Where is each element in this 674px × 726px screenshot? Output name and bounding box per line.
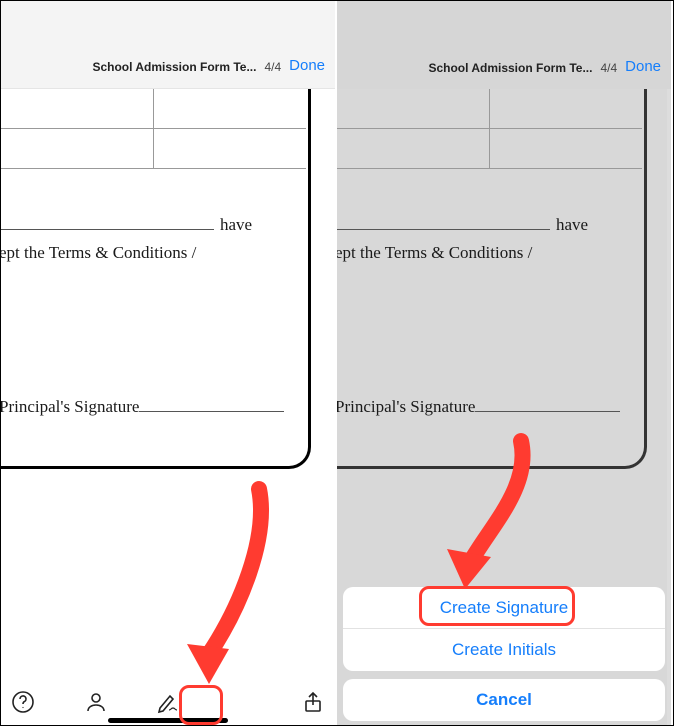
text-have: have: [556, 215, 588, 235]
share-button[interactable]: [299, 688, 327, 716]
page-indicator: 4/4: [600, 61, 617, 75]
table-cell: [1, 129, 154, 168]
text-line: have: [337, 215, 588, 235]
blank-line: [139, 398, 284, 412]
table-cell: [337, 89, 490, 128]
page-indicator: 4/4: [264, 60, 281, 74]
create-initials-button[interactable]: Create Initials: [343, 629, 665, 671]
document-view[interactable]: have ept the Terms & Conditions / Princi…: [1, 89, 331, 725]
document-page: have ept the Terms & Conditions / Princi…: [337, 89, 647, 469]
signature-line: Principal's Signature: [337, 397, 620, 417]
doc-title: School Admission Form Te...: [92, 60, 256, 74]
table-fragment: [1, 89, 306, 169]
table-cell: [490, 129, 642, 168]
nav-header: School Admission Form Te... 4/4 Done: [337, 1, 671, 89]
signature-label: Principal's Signature: [1, 397, 139, 417]
text-line: have: [1, 215, 252, 235]
document-page: have ept the Terms & Conditions / Princi…: [1, 89, 311, 469]
table-cell: [490, 89, 642, 128]
table-row: [337, 129, 642, 169]
blank-line: [337, 216, 550, 230]
action-sheet-cancel-group: Cancel: [343, 679, 665, 721]
text-have: have: [220, 215, 252, 235]
toolbar-spacer: [227, 688, 255, 716]
table-row: [1, 129, 306, 169]
annotation-highlight: [179, 685, 223, 725]
annotation-highlight: [419, 586, 575, 626]
table-cell: [154, 89, 306, 128]
table-fragment: [337, 89, 642, 169]
table-cell: [1, 89, 154, 128]
table-row: [337, 89, 642, 129]
signature-label: Principal's Signature: [337, 397, 475, 417]
nav-header: School Admission Form Te... 4/4 Done: [1, 1, 335, 89]
table-row: [1, 89, 306, 129]
blank-line: [1, 216, 214, 230]
signature-line: Principal's Signature: [1, 397, 284, 417]
cancel-button[interactable]: Cancel: [343, 679, 665, 721]
table-cell: [154, 129, 306, 168]
done-button[interactable]: Done: [289, 57, 325, 74]
doc-title: School Admission Form Te...: [428, 61, 592, 75]
table-cell: [337, 129, 490, 168]
profile-button[interactable]: [82, 688, 110, 716]
blank-line: [475, 398, 620, 412]
left-pane: School Admission Form Te... 4/4 Done: [1, 1, 337, 725]
done-button[interactable]: Done: [625, 58, 661, 75]
terms-line: ept the Terms & Conditions /: [337, 243, 532, 263]
help-button[interactable]: [9, 688, 37, 716]
screenshot-pair: School Admission Form Te... 4/4 Done: [0, 0, 674, 726]
bottom-toolbar: [1, 683, 335, 723]
signature-button[interactable]: [154, 688, 182, 716]
terms-line: ept the Terms & Conditions /: [1, 243, 196, 263]
